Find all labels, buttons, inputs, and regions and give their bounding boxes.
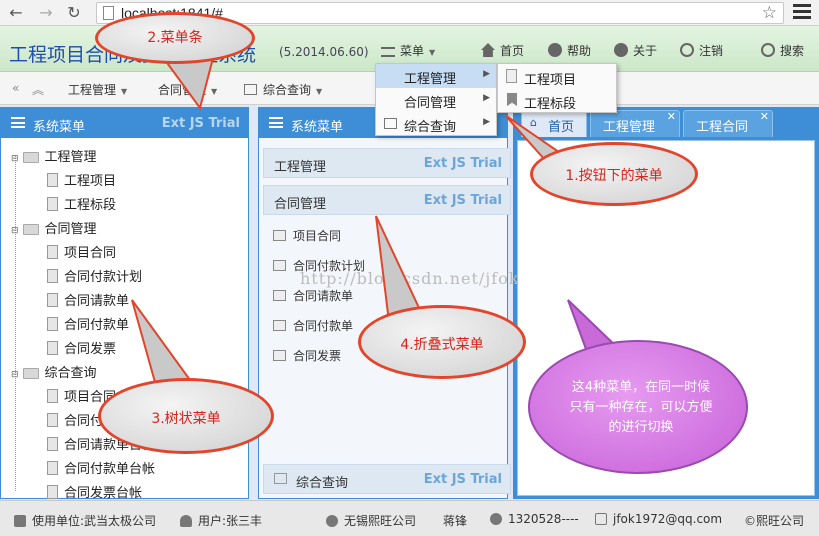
status-footer: 使用单位:武当太极公司 用户:张三丰 无锡熙旺公司 蒋锋 1320528----… bbox=[0, 500, 819, 536]
annotation-text: 4.折叠式菜单 bbox=[400, 337, 484, 353]
annotation-button-menu: 1.按钮下的菜单 bbox=[530, 142, 698, 206]
footer-copyright: ©熙旺公司 bbox=[744, 512, 804, 529]
annotation-text: 3.树状菜单 bbox=[151, 411, 221, 427]
annotation-tree-menu: 3.树状菜单 bbox=[98, 378, 274, 454]
footer-person: 蒋锋 bbox=[443, 512, 467, 529]
pointer-menubar bbox=[163, 56, 215, 111]
annotation-note: 这4种菜单，在同一时候只有一种存在，可以方便的进行切换 bbox=[528, 340, 748, 474]
annotation-accordion-menu: 4.折叠式菜单 bbox=[358, 305, 526, 379]
phone-icon bbox=[490, 513, 502, 525]
user-icon bbox=[180, 515, 192, 527]
annotation-note-text: 这4种菜单，在同一时候只有一种存在，可以方便的进行切换 bbox=[569, 380, 713, 435]
footer-copyright-text: ©熙旺公司 bbox=[744, 514, 805, 528]
annotation-text: 2.菜单条 bbox=[147, 30, 203, 46]
footer-unit: 使用单位:武当太极公司 bbox=[14, 512, 156, 529]
annotation-text: 1.按钮下的菜单 bbox=[565, 168, 663, 184]
footer-phone-text: 1320528---- bbox=[508, 512, 579, 526]
footer-user-text: 用户:张三丰 bbox=[198, 514, 263, 528]
annotation-menubar: 2.菜单条 bbox=[95, 12, 255, 64]
mail-icon bbox=[595, 513, 607, 525]
footer-phone: 1320528---- bbox=[490, 512, 579, 526]
footer-unit-text: 使用单位:武当太极公司 bbox=[32, 514, 157, 528]
footer-company-text: 无锡熙旺公司 bbox=[344, 514, 417, 528]
footer-user: 用户:张三丰 bbox=[180, 512, 262, 529]
help-icon bbox=[326, 515, 338, 527]
footer-person-text: 蒋锋 bbox=[443, 514, 468, 528]
building-icon bbox=[14, 515, 26, 527]
footer-email-text: jfok1972@qq.com bbox=[613, 512, 723, 526]
footer-company: 无锡熙旺公司 bbox=[326, 512, 416, 529]
footer-email[interactable]: jfok1972@qq.com bbox=[595, 512, 722, 526]
